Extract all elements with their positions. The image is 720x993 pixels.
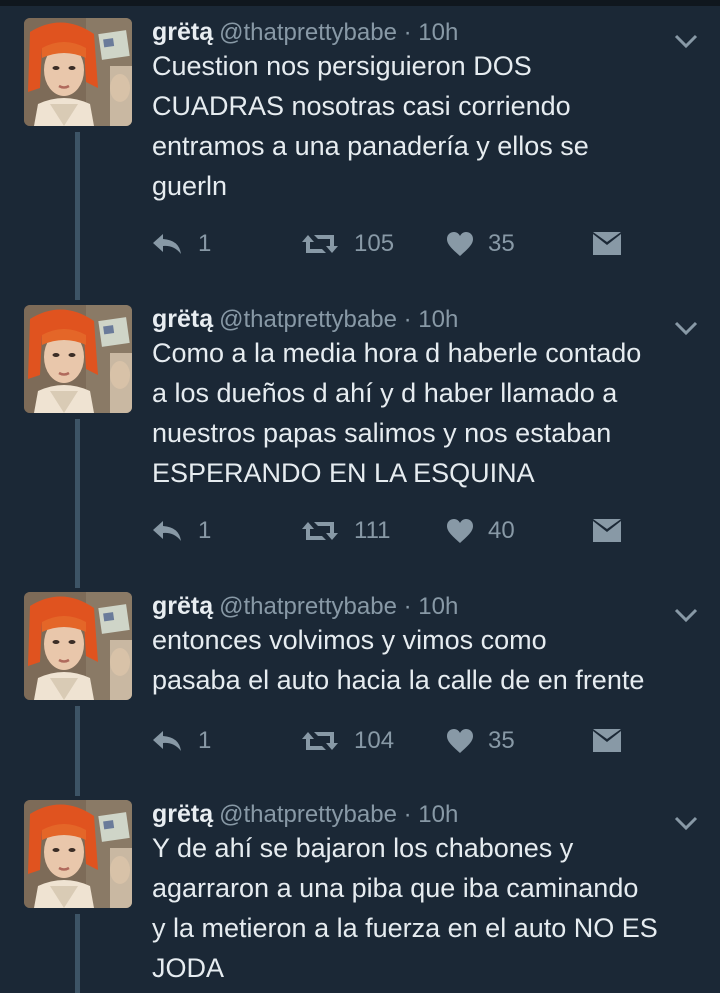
tweet-text-line: entonces volvimos y vimos como (152, 625, 547, 655)
thread-connector-line (75, 132, 80, 300)
reply-icon (150, 729, 184, 753)
handle-and-time[interactable]: @thatprettybabe · 10h (219, 19, 458, 46)
tweet-text-line: y la metieron a la fuerza en el auto NO … (152, 913, 658, 943)
display-name[interactable]: grëtą (152, 305, 213, 333)
display-name[interactable]: grëtą (152, 18, 213, 46)
display-name[interactable]: grëtą (152, 800, 213, 828)
direct-message-button[interactable] (592, 724, 622, 758)
reply-button[interactable]: 1 (150, 227, 211, 261)
tweet-text-line: a los dueños d ahí y d haber llamado a (152, 378, 618, 408)
envelope-icon (592, 729, 622, 753)
tweet-text-line: JODA (152, 953, 225, 983)
like-count: 35 (488, 230, 515, 257)
thread-connector-line (75, 419, 80, 588)
top-divider (0, 0, 720, 6)
retweet-button[interactable]: 104 (300, 724, 394, 758)
tweet-text-line: pasaba el auto hacia la calle de en fren… (152, 665, 645, 695)
like-count: 40 (488, 517, 515, 544)
envelope-icon (592, 232, 622, 256)
like-button[interactable]: 40 (446, 514, 515, 548)
tweet-text-line: Como a la media hora d haberle contado (152, 338, 642, 368)
handle-and-time[interactable]: @thatprettybabe · 10h (219, 801, 458, 828)
tweet-text: Y de ahí se bajaron los chabones y agarra… (152, 828, 712, 988)
display-name[interactable]: grëtą (152, 592, 213, 620)
like-button[interactable]: 35 (446, 227, 515, 261)
handle-and-time[interactable]: @thatprettybabe · 10h (219, 306, 458, 333)
retweet-count: 111 (354, 517, 391, 544)
tweet-text-line: Y de ahí se bajaron los chabones y (152, 833, 574, 863)
tweet-text: Como a la media hora d haberle contado a … (152, 333, 712, 493)
reply-icon (150, 232, 184, 256)
user-avatar[interactable] (24, 592, 132, 700)
retweet-button[interactable]: 111 (300, 514, 390, 548)
retweet-count: 105 (354, 230, 395, 257)
retweet-icon (300, 231, 340, 257)
thread-connector-line (75, 914, 80, 993)
heart-icon (446, 728, 474, 754)
tweet-text: Cuestion nos persiguieron DOS CUADRAS nos… (152, 46, 712, 206)
user-avatar[interactable] (24, 800, 132, 908)
retweet-button[interactable]: 105 (300, 227, 394, 261)
reply-count: 1 (198, 517, 212, 544)
tweet-text-line: agarraron a una piba que iba caminando (152, 873, 639, 903)
retweet-icon (300, 518, 340, 544)
retweet-count: 104 (354, 727, 395, 754)
handle-and-time[interactable]: @thatprettybabe · 10h (219, 593, 458, 620)
like-button[interactable]: 35 (446, 724, 515, 758)
tweet-text-line: Cuestion nos persiguieron DOS (152, 51, 532, 81)
tweet-text-line: guerln (152, 171, 228, 201)
tweet-text: entonces volvimos y vimos como pasaba el … (152, 620, 712, 700)
tweet-text-line: ESPERANDO EN LA ESQUINA (152, 458, 535, 488)
thread-connector-line (75, 706, 80, 796)
retweet-icon (300, 728, 340, 754)
user-avatar[interactable] (24, 305, 132, 413)
tweet-text-line: entramos a una panadería y ellos se (152, 131, 589, 161)
reply-icon (150, 519, 184, 543)
like-count: 35 (488, 727, 515, 754)
reply-count: 1 (198, 727, 212, 754)
heart-icon (446, 231, 474, 257)
tweet-text-line: CUADRAS nosotras casi corriendo (152, 91, 571, 121)
reply-button[interactable]: 1 (150, 514, 211, 548)
tweet-text-line: nuestros papas salimos y nos estaban (152, 418, 612, 448)
reply-button[interactable]: 1 (150, 724, 211, 758)
reply-count: 1 (198, 230, 212, 257)
heart-icon (446, 518, 474, 544)
user-avatar[interactable] (24, 18, 132, 126)
envelope-icon (592, 519, 622, 543)
direct-message-button[interactable] (592, 514, 622, 548)
direct-message-button[interactable] (592, 227, 622, 261)
